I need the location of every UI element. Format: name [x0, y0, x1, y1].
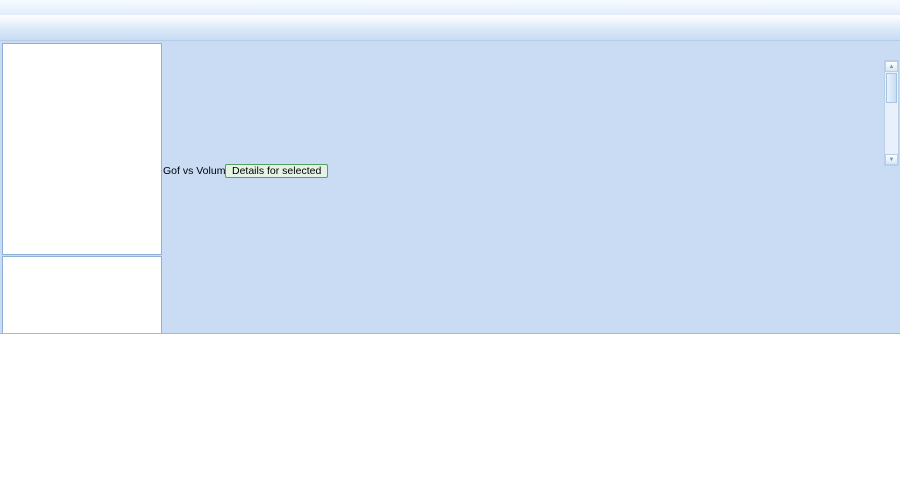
scroll-up-arrow[interactable]: ▲: [885, 61, 898, 72]
toolbar: [0, 15, 900, 41]
diffraction-pattern-chart: [0, 333, 900, 500]
menubar: [0, 0, 900, 16]
gof-vs-volume-chart: [161, 180, 900, 332]
topas-main-window: ✕ ▲ ▼ Gof vs Volume Details for selected: [0, 0, 900, 500]
tab-gof-vs-volume[interactable]: Gof vs Volume: [163, 164, 231, 178]
indexing-actions-list: [2, 256, 162, 336]
table-vertical-scrollbar[interactable]: ▲ ▼: [884, 60, 899, 166]
scroll-down-arrow[interactable]: ▼: [885, 154, 898, 165]
result-tabs: [0, 44, 900, 59]
project-tree-panel: [2, 43, 162, 255]
details-for-selected-button[interactable]: Details for selected: [225, 164, 328, 178]
scroll-thumb[interactable]: [886, 73, 897, 103]
